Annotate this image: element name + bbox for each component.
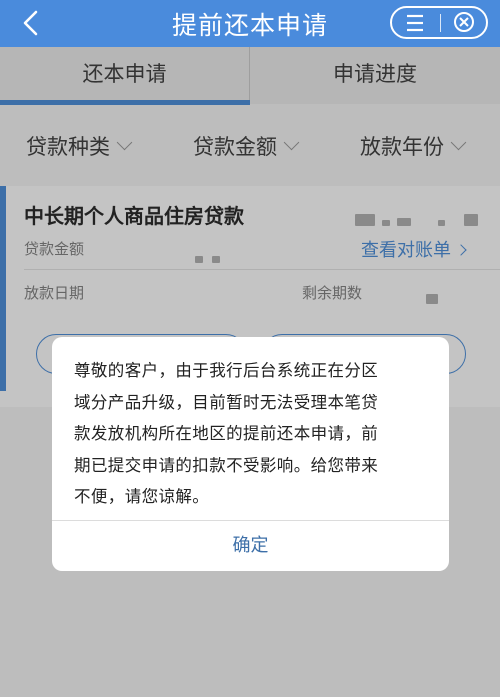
dialog-message-line: 期已提交申请的扣款不受影响。给您带来	[74, 455, 379, 475]
filter-loan-type[interactable]: 贷款种类	[26, 131, 133, 161]
menu-icon[interactable]	[402, 10, 428, 36]
filter-bar: 贷款种类 贷款金额 放款年份	[0, 105, 500, 183]
view-statement-label: 查看对账单	[361, 240, 451, 261]
dialog-message: 尊敬的客户，由于我行后台系统正在分区 域分产品升级，目前暂时无法受理本笔贷 款发…	[74, 355, 434, 513]
dialog-message-line: 款发放机构所在地区的提前还本申请，前	[74, 424, 379, 443]
filter-loan-amount[interactable]: 贷款金额	[193, 131, 300, 161]
filter-loan-year-label: 放款年份	[360, 135, 444, 159]
chevron-down-icon	[116, 134, 133, 151]
dialog-message-line: 不便，请您谅解。	[74, 487, 210, 506]
capsule-divider	[440, 14, 441, 32]
chevron-down-icon	[283, 134, 300, 151]
card-divider	[24, 269, 500, 270]
chevron-down-icon	[450, 134, 467, 151]
redacted-loan-number	[355, 211, 479, 230]
tab-repayment-application[interactable]: 还本申请	[0, 47, 249, 104]
view-statement-link[interactable]: 查看对账单	[361, 236, 467, 262]
alert-dialog: 尊敬的客户，由于我行后台系统正在分区 域分产品升级，目前暂时无法受理本笔贷 款发…	[52, 337, 449, 571]
redacted-remaining-terms	[426, 289, 438, 308]
dialog-message-line: 域分产品升级，目前暂时无法受理本笔贷	[74, 392, 379, 412]
confirm-button[interactable]: 确定	[52, 521, 449, 571]
header-bar: 提前还本申请	[0, 0, 500, 47]
card-accent-bar	[0, 186, 6, 391]
remaining-terms-label: 剩余期数	[302, 284, 363, 302]
filter-loan-type-label: 贷款种类	[26, 135, 110, 159]
loan-product-name: 中长期个人商品住房贷款	[24, 204, 244, 228]
chevron-right-icon	[455, 244, 467, 256]
tab-bar: 还本申请 申请进度	[0, 47, 500, 104]
close-circle-icon[interactable]	[452, 10, 476, 34]
dialog-message-line: 尊敬的客户，由于我行后台系统正在分区	[74, 361, 379, 380]
disbursement-date-label: 放款日期	[24, 284, 85, 302]
loan-amount-label: 贷款金额	[24, 240, 85, 258]
filter-loan-amount-label: 贷款金额	[193, 135, 277, 159]
filter-loan-year[interactable]: 放款年份	[360, 131, 467, 161]
tab-application-progress[interactable]: 申请进度	[250, 47, 500, 104]
redacted-loan-amount	[195, 248, 221, 267]
